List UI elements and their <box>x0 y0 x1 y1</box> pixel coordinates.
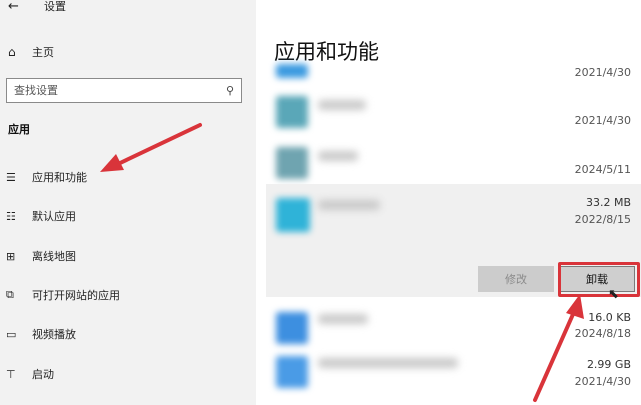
app-icon <box>276 64 308 78</box>
app-size: 33.2 MB <box>585 196 631 209</box>
sidebar-item-startup[interactable]: ⊤ 启动 <box>6 363 246 385</box>
app-name-blurred <box>318 200 380 210</box>
app-list-item[interactable]: 2.99 GB 2021/4/30 <box>256 350 641 400</box>
nav-home[interactable]: ⌂ 主页 <box>8 42 54 62</box>
app-install-date: 2021/4/30 <box>574 375 631 388</box>
app-install-date: 2021/4/30 <box>574 114 631 127</box>
window-title: 设置 <box>44 0 66 13</box>
app-icon <box>276 356 308 388</box>
app-name-blurred <box>318 100 366 110</box>
apps-features-icon: ☰ <box>6 170 16 184</box>
sidebar-item-label: 可打开网站的应用 <box>32 289 120 302</box>
sidebar-item-label: 视频播放 <box>32 328 76 341</box>
offline-maps-icon: ⊞ <box>6 249 16 263</box>
back-button[interactable]: ← <box>8 0 24 14</box>
back-arrow-icon: ← <box>8 0 19 14</box>
mouse-cursor-icon: ⬉ <box>608 287 619 302</box>
sidebar-item-video-playback[interactable]: ▭ 视频播放 <box>6 323 246 345</box>
sidebar-item-label: 启动 <box>32 368 54 381</box>
sidebar-item-apps-features[interactable]: ☰ 应用和功能 <box>6 166 246 188</box>
home-icon: ⌂ <box>8 45 16 59</box>
apps-for-websites-icon: ⧉ <box>6 288 14 301</box>
nav-home-label: 主页 <box>32 46 54 59</box>
main-panel: 应用和功能 2021/4/30 2021/4/30 2024/5/11 33.2… <box>256 0 641 405</box>
app-name-blurred <box>318 151 358 161</box>
search-input[interactable] <box>7 80 219 101</box>
sidebar-item-apps-for-websites[interactable]: ⧉ 可打开网站的应用 <box>6 284 246 306</box>
uninstall-button[interactable]: 卸载 <box>559 266 635 292</box>
modify-button[interactable]: 修改 <box>478 266 554 292</box>
app-name-blurred <box>318 358 458 368</box>
search-box[interactable]: ⚲ <box>6 78 242 103</box>
app-icon <box>276 312 308 344</box>
app-icon <box>276 96 308 128</box>
sidebar-item-label: 离线地图 <box>32 250 76 263</box>
sidebar-item-offline-maps[interactable]: ⊞ 离线地图 <box>6 245 246 267</box>
app-icon <box>276 198 310 232</box>
app-install-date: 2021/4/30 <box>574 66 631 79</box>
sidebar-item-label: 默认应用 <box>32 210 76 223</box>
app-size: 2.99 GB <box>586 358 631 371</box>
app-list-item[interactable]: 2021/4/30 <box>256 92 641 137</box>
app-list-item[interactable]: 16.0 KB 2024/8/18 <box>256 306 641 350</box>
sidebar: ← 设置 ⌂ 主页 ⚲ 应用 ☰ 应用和功能 ☷ 默认应用 ⊞ 离线地图 ⧉ 可… <box>0 0 256 405</box>
default-apps-icon: ☷ <box>6 209 16 223</box>
video-playback-icon: ▭ <box>6 327 17 341</box>
app-list-item[interactable]: 2021/4/30 <box>256 62 641 84</box>
app-list-item[interactable]: 2024/5/11 <box>256 143 641 183</box>
app-size: 16.0 KB <box>588 311 631 324</box>
section-title: 应用 <box>8 123 30 136</box>
startup-icon: ⊤ <box>6 367 16 381</box>
app-install-date: 2024/5/11 <box>574 163 631 176</box>
app-install-date: 2022/8/15 <box>574 213 631 226</box>
app-list-item[interactable]: 33.2 MB 2022/8/15 <box>256 190 641 240</box>
app-icon <box>276 147 308 179</box>
sidebar-item-label: 应用和功能 <box>32 171 87 184</box>
sidebar-item-default-apps[interactable]: ☷ 默认应用 <box>6 205 246 227</box>
app-name-blurred <box>318 314 368 324</box>
search-icon[interactable]: ⚲ <box>219 84 241 97</box>
app-install-date: 2024/8/18 <box>574 327 631 340</box>
